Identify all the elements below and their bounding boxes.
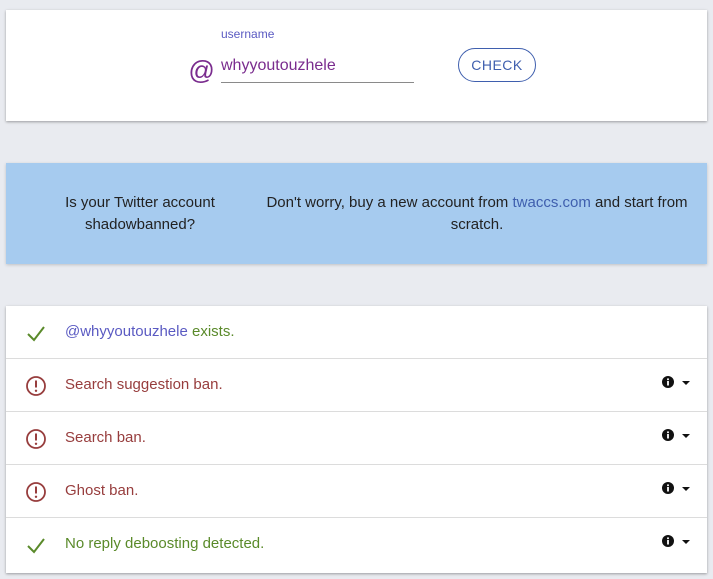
- alert-circle-icon: [26, 376, 46, 396]
- result-row-search-ban: Search ban.: [6, 412, 707, 465]
- ad-banner: Is your Twitter account shadowbanned? Do…: [6, 163, 707, 264]
- info-icon: [662, 429, 674, 441]
- caret-down-icon: [682, 540, 690, 544]
- info-dropdown-toggle[interactable]: [661, 428, 693, 448]
- check-icon: [27, 538, 45, 554]
- result-text: No reply deboosting detected.: [65, 535, 265, 552]
- username-label: username: [221, 27, 275, 41]
- caret-down-icon: [682, 487, 690, 491]
- info-icon: [662, 482, 674, 494]
- result-text: @whyyoutouzhele exists.: [65, 323, 235, 341]
- info-dropdown-toggle[interactable]: [661, 534, 693, 554]
- twaccs-link[interactable]: twaccs.com: [512, 194, 590, 211]
- alert-circle-icon: [26, 429, 46, 449]
- results-list: @whyyoutouzhele exists. Search suggestio…: [6, 306, 707, 573]
- alert-circle-icon: [26, 482, 46, 502]
- result-text: Search ban.: [65, 429, 146, 446]
- username-search-panel: @ username CHECK: [6, 10, 707, 121]
- at-sign-icon: @: [188, 55, 215, 85]
- caret-down-icon: [682, 434, 690, 438]
- result-text: Search suggestion ban.: [65, 376, 223, 393]
- caret-down-icon: [682, 381, 690, 385]
- result-text: Ghost ban.: [65, 482, 139, 499]
- info-icon: [662, 535, 674, 547]
- username-input[interactable]: [221, 50, 414, 83]
- ad-pitch: Don't worry, buy a new account from twac…: [264, 192, 690, 236]
- ad-question: Is your Twitter account shadowbanned?: [65, 194, 215, 233]
- result-row-reply-deboosting: No reply deboosting detected.: [6, 518, 707, 573]
- check-button[interactable]: CHECK: [458, 48, 536, 82]
- result-row-exists: @whyyoutouzhele exists.: [6, 306, 707, 359]
- result-row-search-suggestion-ban: Search suggestion ban.: [6, 359, 707, 412]
- exists-label: exists.: [187, 323, 235, 340]
- ad-pitch-prefix: Don't worry, buy a new account from: [266, 194, 513, 211]
- info-icon: [662, 376, 674, 388]
- info-dropdown-toggle[interactable]: [661, 375, 693, 395]
- check-icon: [27, 326, 45, 342]
- username-mention: @whyyoutouzhele: [65, 323, 188, 340]
- info-dropdown-toggle[interactable]: [661, 481, 693, 501]
- result-row-ghost-ban: Ghost ban.: [6, 465, 707, 518]
